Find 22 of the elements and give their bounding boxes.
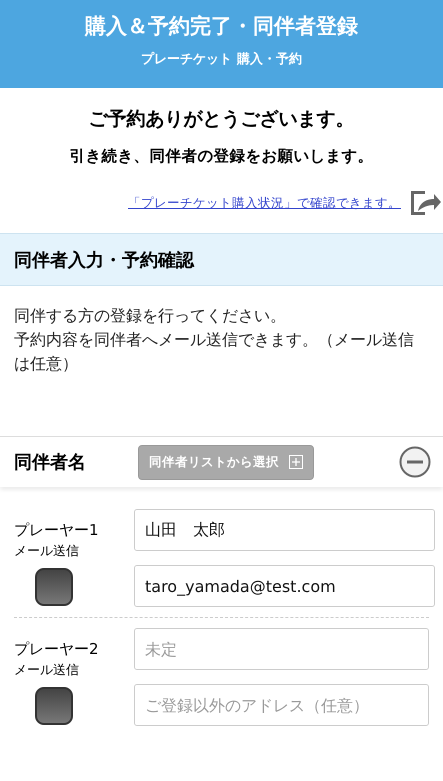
page-subtitle: プレーチケット 購入・予約	[140, 50, 303, 68]
mail-send-label: メール送信	[14, 543, 80, 560]
plus-icon	[289, 455, 303, 469]
status-link[interactable]: 「プレーチケット購入状況」で確認できます。	[128, 194, 401, 212]
share-icon[interactable]	[409, 189, 441, 217]
instruction-text: 予約内容を同伴者へメール送信できます。（メール送信は任意）	[14, 329, 415, 375]
companion-label: 同伴者名	[14, 451, 87, 474]
name-input-field[interactable]: 山田 太郎	[134, 509, 435, 551]
mail-send-label: メール送信	[14, 662, 80, 679]
mail-send-checkbox[interactable]	[35, 687, 73, 725]
email-input-field[interactable]: ご登録以外のアドレス（任意）	[134, 684, 429, 726]
instruction-text: 同伴する方の登録を行ってください。	[14, 305, 287, 327]
mail-send-checkbox[interactable]	[35, 568, 73, 606]
thanks-message: 引き続き、同伴者の登録をお願いします。	[68, 146, 374, 167]
player-label: プレーヤー1	[14, 521, 100, 540]
collapse-icon[interactable]	[399, 446, 431, 478]
page-title: 購入＆予約完了・同伴者登録	[84, 13, 359, 40]
thanks-heading: ご予約ありがとうございます。	[88, 107, 356, 132]
name-input-field[interactable]: 未定	[134, 628, 429, 670]
email-input-field[interactable]: taro_yamada@test.com	[134, 565, 435, 607]
player-label: プレーヤー2	[14, 640, 100, 659]
section-title: 同伴者入力・予約確認	[14, 248, 194, 272]
